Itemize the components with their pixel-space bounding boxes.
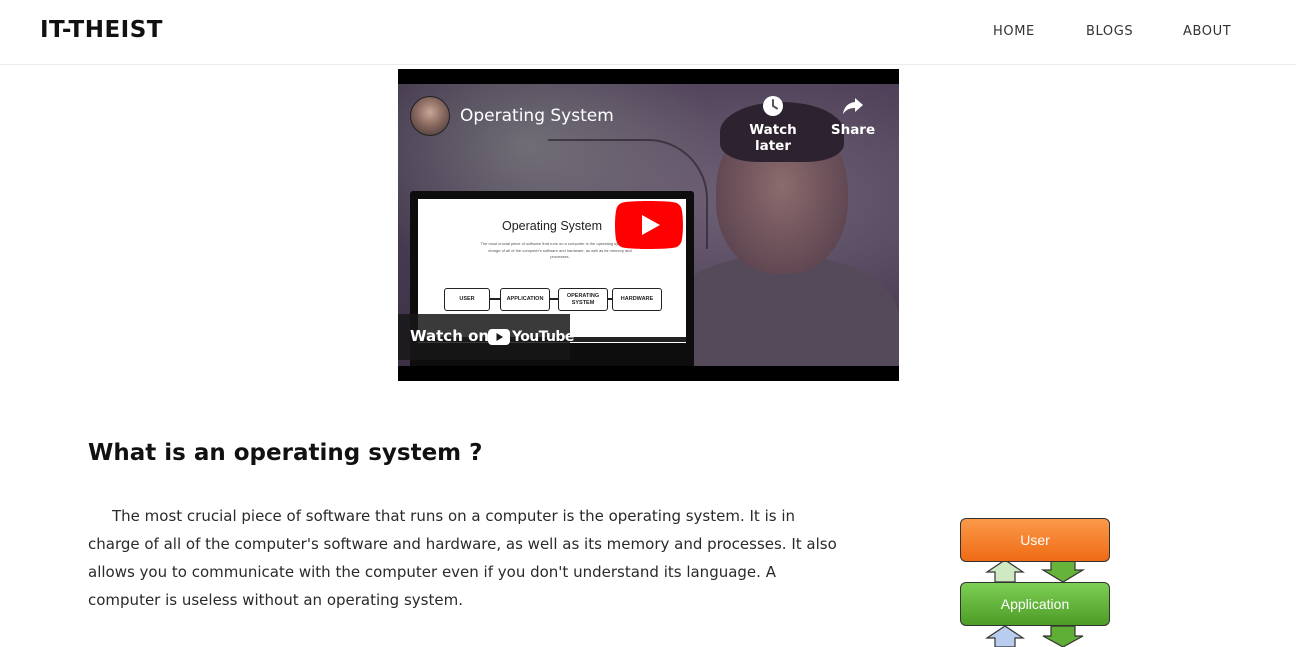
youtube-wordmark: YouTube (512, 329, 574, 345)
slide-box-hardware: HARDWARE (612, 288, 662, 311)
watch-later-button[interactable]: Watch later (732, 94, 814, 154)
share-label: Share (830, 122, 876, 138)
watch-on-label: Watch on (410, 327, 490, 345)
diagram-application-box: Application (960, 582, 1110, 626)
share-button[interactable]: Share (828, 94, 878, 138)
diagram-user-box: User (960, 518, 1110, 562)
clock-icon (763, 96, 783, 116)
youtube-icon (488, 329, 510, 345)
video-title[interactable]: Operating System (460, 106, 614, 126)
slide-box-user: USER (444, 288, 490, 311)
youtube-logo: YouTube (488, 329, 574, 345)
youtube-embed[interactable]: Operating System The most crucial piece … (398, 69, 899, 381)
watch-on-youtube-button[interactable]: Watch on YouTube (398, 314, 574, 360)
play-icon (615, 201, 683, 249)
paragraph-text: The most crucial piece of software that … (88, 507, 837, 609)
slide-box-operating-system: OPERATING SYSTEM (558, 288, 608, 311)
nav-blogs[interactable]: BLOGS (1086, 24, 1133, 39)
watch-later-label: Watch later (749, 122, 797, 154)
slide-box-application: APPLICATION (500, 288, 550, 311)
share-icon (843, 98, 863, 114)
nav-home[interactable]: HOME (993, 24, 1035, 39)
site-logo[interactable]: IT-THEIST (40, 17, 163, 43)
os-layers-diagram: User Application (955, 512, 1115, 647)
channel-avatar[interactable] (410, 96, 450, 136)
article-paragraph: The most crucial piece of software that … (88, 502, 848, 614)
article-heading: What is an operating system ? (88, 440, 483, 466)
nav-about[interactable]: ABOUT (1183, 24, 1231, 39)
site-header: IT-THEIST HOME BLOGS ABOUT (0, 0, 1296, 65)
play-button[interactable] (615, 201, 683, 249)
